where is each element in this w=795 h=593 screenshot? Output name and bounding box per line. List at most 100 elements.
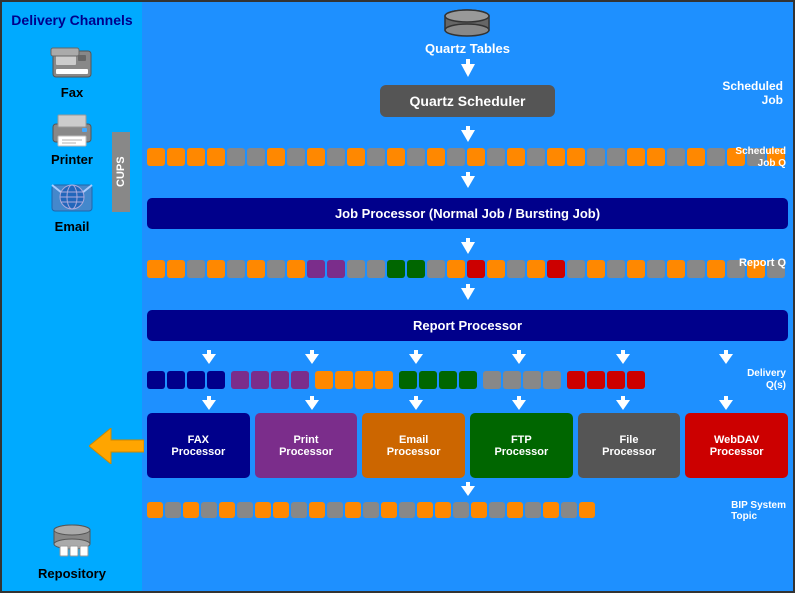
queue-dot [507, 502, 523, 518]
fax-queue-group [147, 371, 225, 389]
queue-dot [707, 260, 725, 278]
queue-dot [507, 260, 525, 278]
down-arrow-icon-4 [458, 238, 478, 254]
queue-dot [527, 148, 545, 166]
repository-label: Repository [38, 566, 106, 581]
scheduled-job-label: Scheduled Job [722, 79, 783, 107]
sidebar-item-fax: Fax [48, 43, 96, 100]
print-queue-group [231, 371, 309, 389]
queue-dot [375, 371, 393, 389]
queue-dot [227, 260, 245, 278]
queue-dot [487, 148, 505, 166]
queue-dot [237, 502, 253, 518]
queue-dot [627, 371, 645, 389]
ftp-queue-group [399, 371, 477, 389]
bip-label: BIP System Topic [731, 500, 786, 522]
queue-dot [587, 148, 605, 166]
queue-dot [399, 502, 415, 518]
queue-dot [527, 260, 545, 278]
repository-item: Repository [38, 518, 106, 581]
multi-arrow-2 [302, 350, 322, 364]
down-arrow-icon-2 [458, 126, 478, 142]
queue-dot [567, 148, 585, 166]
queue-dot [165, 502, 181, 518]
queue-dot [167, 371, 185, 389]
queue-dot [547, 148, 565, 166]
fax-icon [48, 43, 96, 83]
quartz-tables-label: Quartz Tables [425, 41, 510, 56]
queue-dot [309, 502, 325, 518]
quartz-scheduler-box: Quartz Scheduler [380, 85, 556, 117]
queue-dot [347, 260, 365, 278]
file-queue-group [483, 371, 561, 389]
queue-dot [187, 148, 205, 166]
webdav-processor-box: WebDAV Processor [685, 413, 788, 478]
queue-dot [247, 148, 265, 166]
queue-dot [667, 260, 685, 278]
queue-dot [231, 371, 249, 389]
queue-dot [507, 148, 525, 166]
queue-dot [291, 502, 307, 518]
queue-dot [251, 371, 269, 389]
scheduled-job-q-row: Scheduled Job Q [147, 145, 788, 169]
multi-arrow-b4 [509, 396, 529, 410]
down-arrow-icon-5 [458, 284, 478, 300]
report-q-label: Report Q [739, 257, 786, 269]
queue-dot [525, 502, 541, 518]
queue-dot [483, 371, 501, 389]
main-area: Quartz Tables Quartz Scheduler Scheduled… [142, 2, 793, 591]
queue-dot [287, 148, 305, 166]
queue-dot [307, 260, 325, 278]
queue-dot [647, 260, 665, 278]
scheduler-row: Quartz Scheduler Scheduled Job [147, 79, 788, 123]
queue-dot [407, 260, 425, 278]
down-arrow-icon [458, 59, 478, 77]
queue-dot [267, 260, 285, 278]
queue-dot [447, 148, 465, 166]
delivery-channels-label: Delivery Channels [11, 12, 132, 28]
down-arrow-icon-3 [458, 172, 478, 188]
left-sidebar: Delivery Channels Fax CUPS [2, 2, 142, 591]
multi-arrow-b2 [302, 396, 322, 410]
email-label: Email [55, 219, 90, 234]
queue-dot [367, 260, 385, 278]
queue-dot [207, 148, 225, 166]
queue-dot [647, 148, 665, 166]
queue-dot [607, 371, 625, 389]
queue-dot [387, 260, 405, 278]
queue-dot [291, 371, 309, 389]
ftp-processor-box: FTP Processor [470, 413, 573, 478]
queue-dot [399, 371, 417, 389]
arrow-to-bip [147, 482, 788, 496]
queue-dot [207, 371, 225, 389]
queue-dot [587, 371, 605, 389]
delivery-q-row: Delivery Q(s) [147, 367, 788, 393]
email-processor-box: Email Processor [362, 413, 465, 478]
queue-dot [419, 371, 437, 389]
sidebar-item-email: Email [48, 177, 96, 234]
queue-dot [167, 148, 185, 166]
queue-dot [207, 260, 225, 278]
quartz-tables-section: Quartz Tables [147, 7, 788, 57]
fax-processor-box: FAX Processor [147, 413, 250, 478]
report-processor-box: Report Processor [147, 310, 788, 341]
multi-arrow-row-2 [147, 397, 788, 409]
queue-dot [587, 260, 605, 278]
bottom-processors-container: FAX Processor Print Processor Email Proc… [147, 413, 788, 478]
queue-dot [439, 371, 457, 389]
report-q-row: Report Q [147, 257, 788, 281]
queue-dot [227, 148, 245, 166]
queue-dot [387, 148, 405, 166]
job-processor-row: Job Processor (Normal Job / Bursting Job… [147, 191, 788, 235]
delivery-q-label: Delivery Q(s) [747, 367, 786, 391]
queue-dot [327, 502, 343, 518]
queue-dot [543, 502, 559, 518]
queue-dot [287, 260, 305, 278]
queue-dot [327, 260, 345, 278]
queue-dot [543, 371, 561, 389]
queue-dot [459, 371, 477, 389]
queue-dot [167, 260, 185, 278]
queue-dot [267, 148, 285, 166]
queue-dot [307, 148, 325, 166]
repository-icon [46, 518, 98, 566]
